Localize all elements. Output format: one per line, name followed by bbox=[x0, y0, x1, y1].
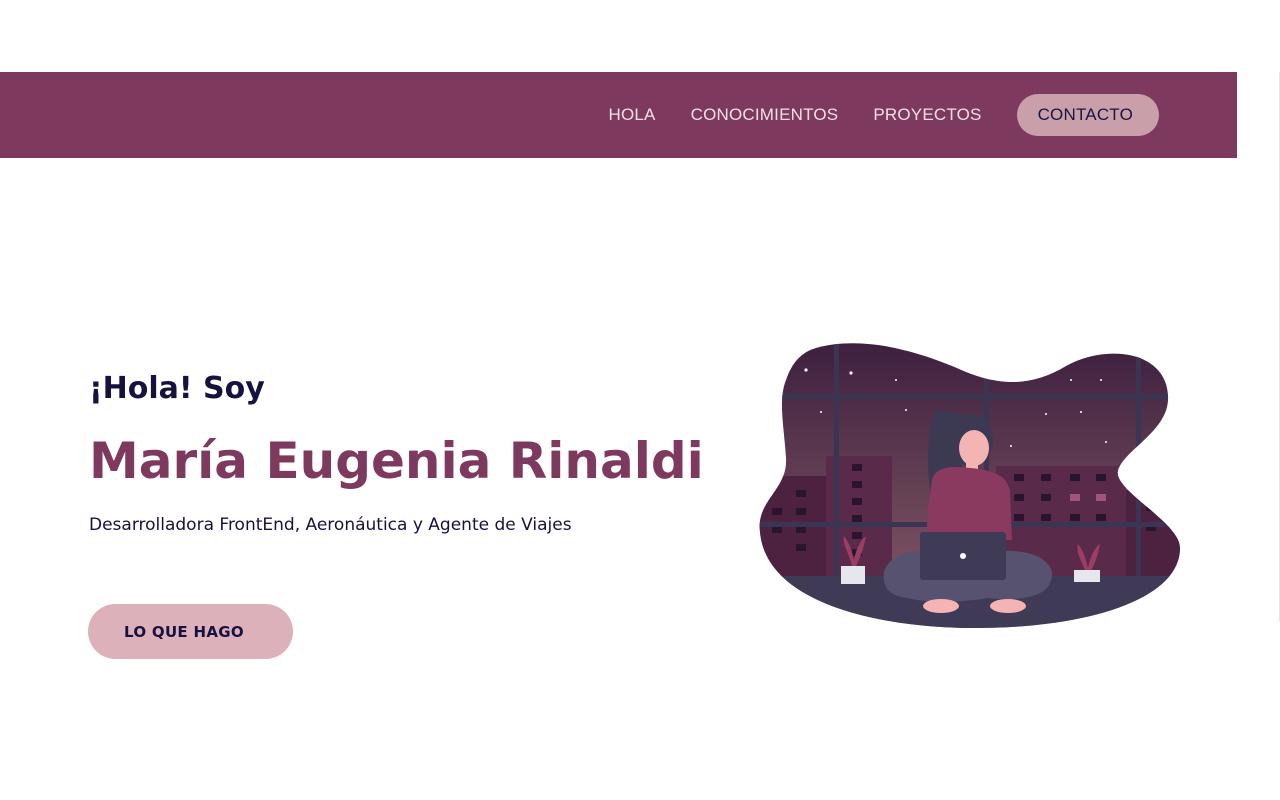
hero-name: María Eugenia Rinaldi bbox=[89, 432, 704, 490]
nav-links: HOLA CONOCIMIENTOS PROYECTOS CONTACTO bbox=[609, 94, 1159, 136]
nav-link-proyectos[interactable]: PROYECTOS bbox=[873, 105, 981, 125]
hero-greeting: ¡Hola! Soy bbox=[89, 371, 265, 406]
hero-subtitle: Desarrolladora FrontEnd, Aeronáutica y A… bbox=[89, 515, 572, 535]
lo-que-hago-button[interactable]: LO QUE HAGO bbox=[88, 604, 293, 659]
contact-button[interactable]: CONTACTO bbox=[1016, 94, 1159, 136]
page: HOLA CONOCIMIENTOS PROYECTOS CONTACTO ¡H… bbox=[0, 0, 1280, 800]
nav-link-conocimientos[interactable]: CONOCIMIENTOS bbox=[691, 105, 839, 125]
nav-link-hola[interactable]: HOLA bbox=[609, 105, 656, 125]
navbar: HOLA CONOCIMIENTOS PROYECTOS CONTACTO bbox=[0, 72, 1237, 158]
hero-section: ¡Hola! Soy María Eugenia Rinaldi Desarro… bbox=[89, 368, 729, 536]
woman-laptop-illustration-icon bbox=[759, 343, 1181, 628]
